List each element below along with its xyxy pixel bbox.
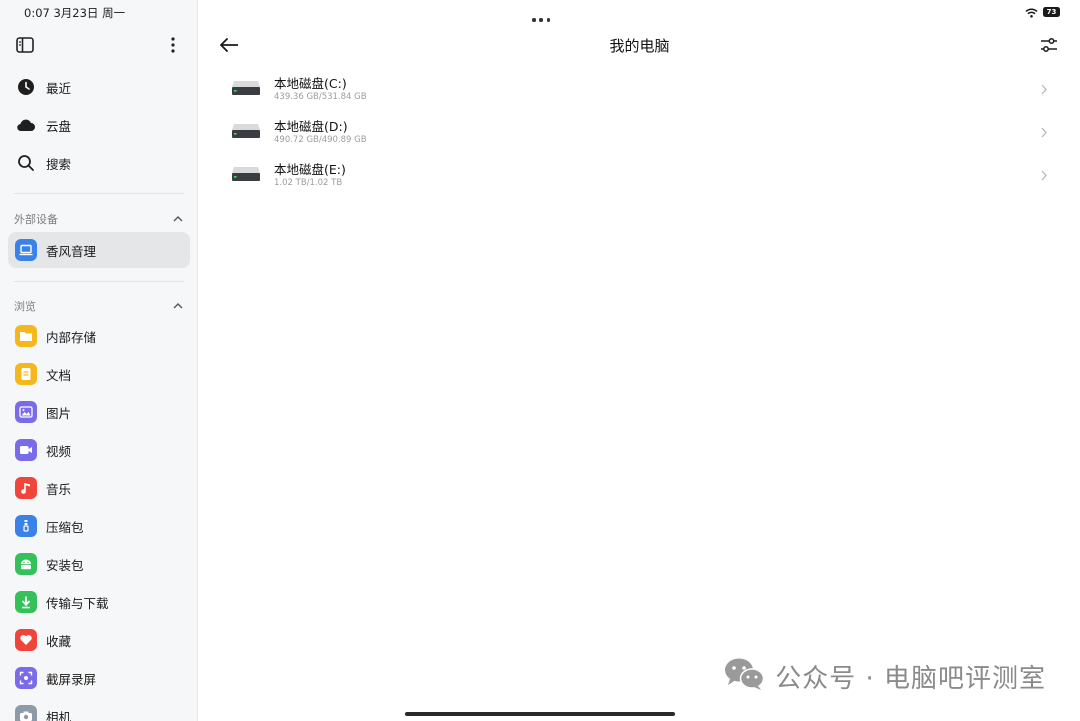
drive-row-e[interactable]: 本地磁盘(E:) 1.02 TB/1.02 TB xyxy=(229,156,1059,196)
sidebar-item-label: 云盘 xyxy=(46,118,72,134)
sidebar-toggle-icon[interactable] xyxy=(14,34,36,56)
zip-icon xyxy=(15,515,37,537)
sidebar-item-label: 香风音理 xyxy=(46,243,97,259)
hard-drive-icon xyxy=(231,79,261,97)
sidebar-item-label: 传输与下载 xyxy=(46,595,109,611)
sidebar-item-label: 文档 xyxy=(46,367,72,383)
sidebar-item-external-device[interactable]: 香风音理 xyxy=(8,232,190,268)
main-content: 73 我的电脑 本地磁盘(C:) 439.36 GB/531.84 GB 本地磁… xyxy=(199,0,1080,721)
sidebar-item-documents[interactable]: 文档 xyxy=(8,357,190,391)
music-icon xyxy=(15,477,37,499)
watermark-text: 公众号 · 电脑吧评测室 xyxy=(775,663,1046,694)
drive-name: 本地磁盘(C:) xyxy=(274,76,347,91)
folder-icon xyxy=(15,325,37,347)
download-icon xyxy=(15,591,37,613)
sidebar-item-apks[interactable]: 安装包 xyxy=(8,547,190,581)
sidebar-item-label: 截屏录屏 xyxy=(46,671,97,687)
section-title: 外部设备 xyxy=(14,213,58,226)
sidebar-item-label: 收藏 xyxy=(46,633,72,649)
clock-icon xyxy=(15,76,37,98)
heart-icon xyxy=(15,629,37,651)
sidebar-item-videos[interactable]: 视频 xyxy=(8,433,190,467)
sidebar-item-label: 最近 xyxy=(46,80,72,96)
sidebar-item-label: 压缩包 xyxy=(46,519,84,535)
chevron-right-icon xyxy=(1039,124,1049,140)
search-icon xyxy=(15,152,37,174)
sidebar-item-images[interactable]: 图片 xyxy=(8,395,190,429)
sidebar-item-search[interactable]: 搜索 xyxy=(8,146,190,180)
drive-row-d[interactable]: 本地磁盘(D:) 490.72 GB/490.89 GB xyxy=(229,113,1059,153)
wechat-icon xyxy=(723,657,765,695)
cloud-icon xyxy=(15,114,37,136)
home-indicator[interactable] xyxy=(405,712,675,716)
divider xyxy=(14,193,184,194)
section-browse[interactable]: 浏览 xyxy=(14,297,184,315)
drive-row-c[interactable]: 本地磁盘(C:) 439.36 GB/531.84 GB xyxy=(229,70,1059,110)
battery-icon: 73 xyxy=(1043,7,1060,17)
sidebar-item-cloud[interactable]: 云盘 xyxy=(8,108,190,142)
camera-icon xyxy=(15,705,37,721)
chevron-up-icon[interactable] xyxy=(172,300,184,312)
sidebar: 0:07 3月23日 周一 最近 云盘 搜索 外部设备 香风音理 浏览 内部存储… xyxy=(0,0,198,721)
sidebar-item-archives[interactable]: 压缩包 xyxy=(8,509,190,543)
drive-name: 本地磁盘(E:) xyxy=(274,162,346,177)
sidebar-item-label: 相机 xyxy=(46,709,72,721)
android-icon xyxy=(15,553,37,575)
filter-settings-icon[interactable] xyxy=(1038,34,1060,56)
sidebar-item-transfers[interactable]: 传输与下载 xyxy=(8,585,190,619)
section-title: 浏览 xyxy=(14,300,36,313)
sidebar-item-label: 内部存储 xyxy=(46,329,97,345)
sidebar-item-label: 音乐 xyxy=(46,481,72,497)
chevron-right-icon xyxy=(1039,81,1049,97)
hard-drive-icon xyxy=(231,122,261,140)
laptop-icon xyxy=(15,239,37,261)
divider xyxy=(14,281,184,282)
sidebar-item-music[interactable]: 音乐 xyxy=(8,471,190,505)
sidebar-item-favorites[interactable]: 收藏 xyxy=(8,623,190,657)
hard-drive-icon xyxy=(231,165,261,183)
drive-capacity: 1.02 TB/1.02 TB xyxy=(274,178,343,188)
wifi-icon xyxy=(1025,3,1038,22)
chevron-up-icon[interactable] xyxy=(172,213,184,225)
sidebar-item-recent[interactable]: 最近 xyxy=(8,70,190,104)
screenshot-icon xyxy=(15,667,37,689)
sidebar-item-internal-storage[interactable]: 内部存储 xyxy=(8,319,190,353)
image-icon xyxy=(15,401,37,423)
watermark: 公众号 · 电脑吧评测室 xyxy=(723,658,1046,694)
status-time: 0:07 3月23日 周一 xyxy=(24,6,126,20)
drive-capacity: 439.36 GB/531.84 GB xyxy=(274,92,367,102)
sidebar-item-label: 视频 xyxy=(46,443,72,459)
page-title: 我的电脑 xyxy=(609,37,670,55)
chevron-right-icon xyxy=(1039,167,1049,183)
sidebar-item-camera[interactable]: 相机 xyxy=(8,699,190,721)
video-icon xyxy=(15,439,37,461)
multitask-handle-icon[interactable] xyxy=(532,16,550,24)
sidebar-item-label: 搜索 xyxy=(46,156,72,172)
document-icon xyxy=(15,363,37,385)
section-external-devices[interactable]: 外部设备 xyxy=(14,210,184,228)
more-vertical-icon[interactable] xyxy=(162,34,184,56)
sidebar-item-label: 安装包 xyxy=(46,557,84,573)
sidebar-item-label: 图片 xyxy=(46,405,72,421)
drive-name: 本地磁盘(D:) xyxy=(274,119,348,134)
drive-capacity: 490.72 GB/490.89 GB xyxy=(274,135,367,145)
sidebar-item-screenshots[interactable]: 截屏录屏 xyxy=(8,661,190,695)
status-indicators: 73 xyxy=(1025,5,1060,19)
